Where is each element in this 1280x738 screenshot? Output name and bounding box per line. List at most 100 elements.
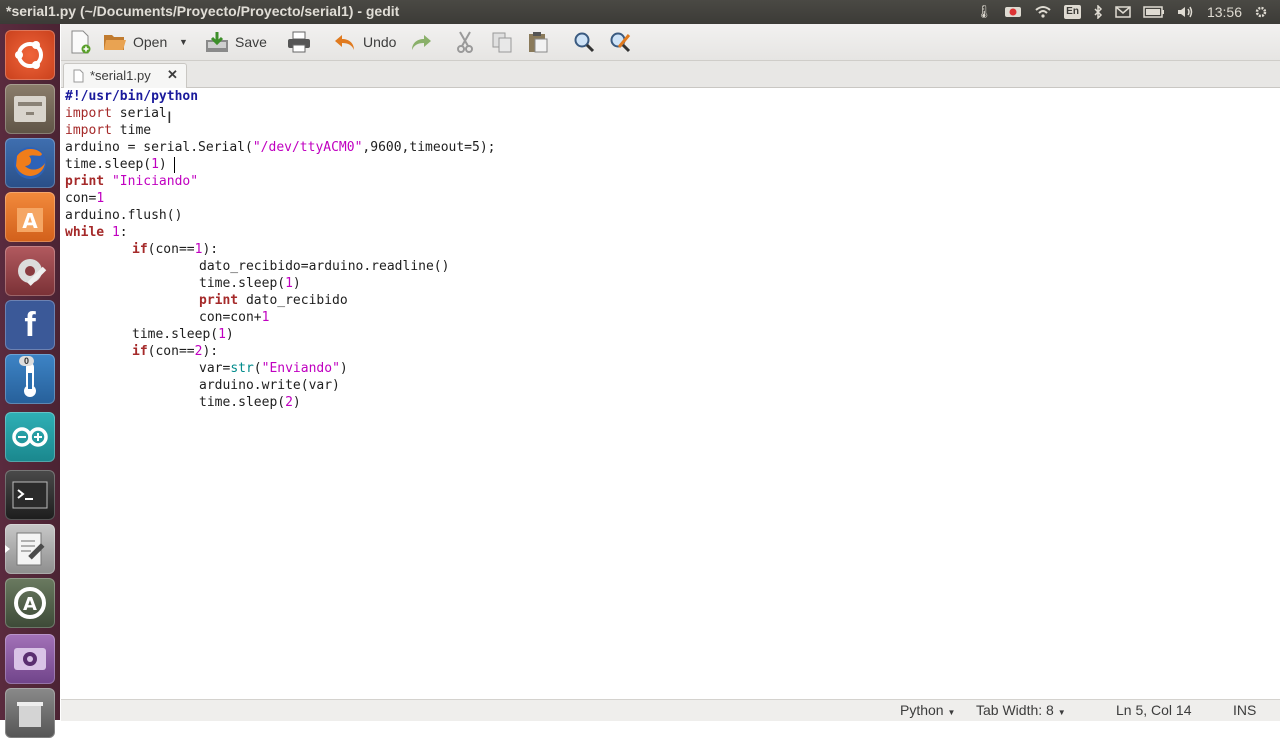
svg-text:A: A xyxy=(22,209,38,233)
code-line: con=1 xyxy=(65,191,105,206)
battery-icon[interactable] xyxy=(1143,6,1165,18)
scissors-icon xyxy=(457,31,473,53)
document-tab-bar: *serial1.py ✕ xyxy=(61,61,1280,88)
chevron-down-icon: ▼ xyxy=(947,708,956,717)
mouse-ibeam-cursor: I xyxy=(167,108,172,127)
webcam-icon xyxy=(14,648,46,670)
code-line: print "Iniciando" xyxy=(65,174,199,189)
arduino-launcher[interactable] xyxy=(5,412,55,462)
ubuntu-logo-icon xyxy=(15,41,43,69)
file-cabinet-icon xyxy=(14,96,46,122)
code-line: #!/usr/bin/python xyxy=(65,89,199,104)
paste-button[interactable] xyxy=(527,28,549,56)
clock[interactable]: 13:56 xyxy=(1207,4,1242,20)
tab-close-icon[interactable]: ✕ xyxy=(167,67,178,83)
firefox-launcher[interactable] xyxy=(5,138,55,188)
new-document-icon xyxy=(71,30,91,54)
volume-icon[interactable] xyxy=(1177,5,1195,19)
tab-width-label: Tab Width: 8 xyxy=(976,702,1054,718)
text-editor-icon xyxy=(16,532,45,566)
bluetooth-icon[interactable] xyxy=(1093,5,1103,19)
open-button[interactable]: Open xyxy=(103,28,167,56)
text-editor-launcher[interactable] xyxy=(5,524,55,574)
temperature-icon[interactable]: 🌡 xyxy=(976,0,993,24)
arduino-infinity-icon xyxy=(12,427,48,447)
search-icon xyxy=(574,32,595,53)
text-file-icon xyxy=(73,69,84,83)
code-line: import time xyxy=(65,123,152,138)
software-center-launcher[interactable]: A xyxy=(5,192,55,242)
code-line: print dato_recibido xyxy=(199,293,348,308)
print-button[interactable] xyxy=(287,28,311,56)
webcam-launcher[interactable] xyxy=(5,634,55,684)
tab-label: *serial1.py xyxy=(90,68,151,83)
top-panel: *serial1.py (~/Documents/Proyecto/Proyec… xyxy=(0,0,1280,24)
firefox-icon xyxy=(14,147,46,179)
folder-open-icon xyxy=(104,35,126,50)
code-line: dato_recibido=arduino.readline() xyxy=(199,259,450,274)
cursor-position: Ln 5, Col 14 xyxy=(1116,702,1192,718)
settings-wrench-icon xyxy=(18,259,47,286)
trash-launcher[interactable] xyxy=(5,688,55,738)
software-updater-launcher[interactable]: A xyxy=(5,578,55,628)
window-title: *serial1.py (~/Documents/Proyecto/Proyec… xyxy=(6,3,400,19)
search-button[interactable] xyxy=(573,28,595,56)
status-bar: Python ▼ Tab Width: 8 ▼ Ln 5, Col 14 INS xyxy=(61,699,1280,721)
code-line: import serial xyxy=(65,106,167,121)
save-download-icon xyxy=(206,32,228,52)
code-line: time.sleep(1) xyxy=(132,327,234,342)
code-line: arduino.flush() xyxy=(65,208,183,223)
mail-icon[interactable] xyxy=(1115,6,1131,18)
save-button[interactable]: Save xyxy=(205,28,267,56)
system-tray: 🌡 En 13:56 xyxy=(976,0,1268,24)
tab-serial1[interactable]: *serial1.py ✕ xyxy=(63,63,187,88)
code-line: if(con==2): xyxy=(132,344,219,359)
redo-button[interactable] xyxy=(409,28,433,56)
files-launcher[interactable] xyxy=(5,84,55,134)
undo-label: Undo xyxy=(363,34,397,50)
undo-arrow-icon xyxy=(335,35,354,50)
code-line: con=con+1 xyxy=(199,310,270,325)
terminal-launcher[interactable] xyxy=(5,470,55,520)
code-line: while 1: xyxy=(65,225,128,240)
open-label: Open xyxy=(133,34,168,50)
facebook-launcher[interactable]: f xyxy=(5,300,55,350)
system-settings-launcher[interactable] xyxy=(5,246,55,296)
undo-button[interactable]: Undo xyxy=(333,28,396,56)
facebook-icon: f xyxy=(24,305,36,344)
chevron-down-icon: ▼ xyxy=(179,37,188,47)
vertical-scrollbar[interactable] xyxy=(1272,88,1280,698)
power-gear-icon[interactable] xyxy=(1254,5,1268,19)
text-caret xyxy=(174,157,175,173)
recording-icon[interactable] xyxy=(1004,5,1022,19)
updater-icon: A xyxy=(14,587,46,619)
trash-icon xyxy=(17,702,43,727)
shopping-bag-icon: A xyxy=(17,208,43,233)
launcher-count-badge: 0 xyxy=(19,356,35,366)
language-label: Python xyxy=(900,702,944,718)
search-replace-icon xyxy=(610,32,631,53)
cut-button[interactable] xyxy=(455,28,475,56)
printer-icon xyxy=(288,31,310,53)
open-recent-dropdown[interactable]: ▼ xyxy=(179,28,188,56)
tab-width-selector[interactable]: Tab Width: 8 ▼ xyxy=(976,702,1066,718)
code-line: var=str("Enviando") xyxy=(199,361,348,376)
save-label: Save xyxy=(235,34,267,50)
chevron-down-icon: ▼ xyxy=(1057,708,1066,717)
search-replace-button[interactable] xyxy=(609,28,631,56)
clipboard-icon xyxy=(529,32,548,53)
new-document-button[interactable] xyxy=(69,28,91,56)
launcher: A f 0 A xyxy=(0,24,60,738)
keyboard-layout-indicator[interactable]: En xyxy=(1064,5,1081,19)
language-selector[interactable]: Python ▼ xyxy=(900,702,955,718)
code-editor[interactable]: #!/usr/bin/python import serial import t… xyxy=(61,88,1272,698)
svg-text:A: A xyxy=(23,594,37,615)
code-line: time.sleep(1) xyxy=(199,276,301,291)
wifi-icon[interactable] xyxy=(1034,5,1052,19)
dash-home-button[interactable] xyxy=(5,30,55,80)
copy-button[interactable] xyxy=(491,28,513,56)
code-line: time.sleep(1) xyxy=(65,157,167,172)
code-line: if(con==1): xyxy=(132,242,219,257)
code-line: arduino = serial.Serial("/dev/ttyACM0",9… xyxy=(65,140,496,155)
thermometer-launcher[interactable]: 0 xyxy=(5,354,55,404)
